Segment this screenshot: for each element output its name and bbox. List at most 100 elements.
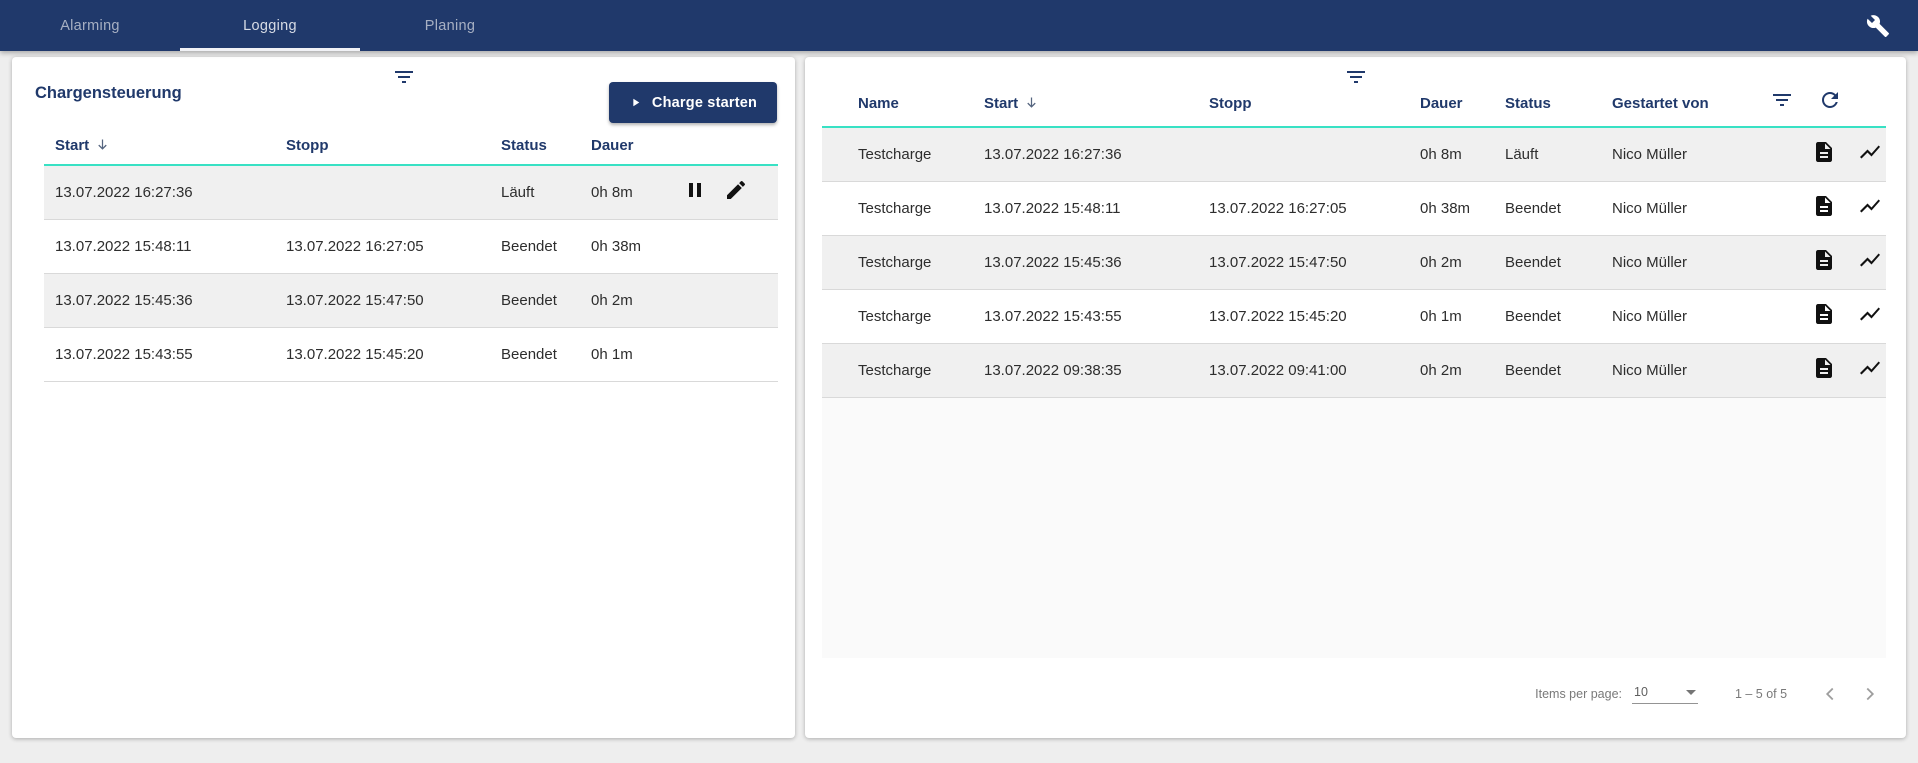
paginator-range-label: 1 – 5 of 5 [1726,687,1796,701]
row-actions [670,327,778,381]
column-header-dauer[interactable]: Dauer [1396,57,1481,127]
row-actions [1768,289,1886,343]
column-header-actions [670,127,778,165]
refresh-icon[interactable] [1818,88,1842,112]
dauer-cell: 0h 1m [1396,289,1481,343]
tab-planing[interactable]: Planing [360,0,540,51]
chart-icon[interactable] [1858,302,1882,326]
filter-icon[interactable] [392,65,416,89]
column-header-start[interactable]: Start [44,127,275,165]
gestartet-von-cell: Nico Müller [1588,127,1768,181]
table-empty-area [822,398,1886,658]
filter-icon[interactable] [1344,65,1368,89]
pagination-next-button[interactable] [1850,674,1890,714]
document-icon[interactable] [1812,248,1836,272]
table-row[interactable]: Testcharge13.07.2022 15:48:1113.07.2022 … [822,181,1886,235]
panel-title: Chargensteuerung [35,84,182,103]
gestartet-von-cell: Nico Müller [1588,181,1768,235]
status-cell: Beendet [1481,181,1588,235]
start-cell: 13.07.2022 15:43:55 [44,327,275,381]
start-cell: 13.07.2022 15:48:11 [960,181,1185,235]
tab-alarming[interactable]: Alarming [0,0,180,51]
wrench-icon[interactable] [1866,14,1890,38]
stopp-cell: 13.07.2022 16:27:05 [275,219,490,273]
start-cell: 13.07.2022 16:27:36 [44,165,275,219]
chart-icon[interactable] [1858,248,1882,272]
column-header-start[interactable]: Start [960,57,1185,127]
row-actions [1768,127,1886,181]
stopp-cell: 13.07.2022 15:45:20 [275,327,490,381]
stopp-cell [275,165,490,219]
name-cell: Testcharge [822,127,960,181]
play-icon [629,96,642,109]
status-cell: Beendet [1481,343,1588,397]
right-table-body: Testcharge13.07.2022 16:27:360h 8mLäuftN… [822,127,1886,397]
status-cell: Läuft [1481,127,1588,181]
charge-control-panel: Chargensteuerung Charge starten Start St… [12,57,795,738]
charge-start-label: Charge starten [652,95,757,111]
gestartet-von-cell: Nico Müller [1588,289,1768,343]
left-table-body: 13.07.2022 16:27:36Läuft0h 8m13.07.2022 … [44,165,778,381]
items-per-page-value: 10 [1634,685,1648,699]
table-row[interactable]: Testcharge13.07.2022 16:27:360h 8mLäuftN… [822,127,1886,181]
charge-log-table: Name Start Stopp Dauer Status Gestartet … [822,57,1886,398]
dauer-cell: 0h 2m [1396,235,1481,289]
document-icon[interactable] [1812,356,1836,380]
charge-control-header: Chargensteuerung Charge starten [12,57,795,127]
header-actions-cell [1768,57,1886,127]
filter-icon[interactable] [1770,88,1794,112]
content-area: Chargensteuerung Charge starten Start St… [0,51,1918,738]
column-header-gestartet-von[interactable]: Gestartet von [1588,57,1768,127]
charge-start-button[interactable]: Charge starten [609,82,777,123]
table-row[interactable]: Testcharge13.07.2022 15:45:3613.07.2022 … [822,235,1886,289]
column-header-label: Start [984,95,1018,112]
pause-icon[interactable] [683,178,707,202]
top-navbar: Alarming Logging Planing [0,0,1918,51]
column-header-status[interactable]: Status [1481,57,1588,127]
column-header-stopp[interactable]: Stopp [275,127,490,165]
dauer-cell: 0h 8m [580,165,670,219]
start-cell: 13.07.2022 16:27:36 [960,127,1185,181]
chart-icon[interactable] [1858,194,1882,218]
chevron-left-icon [1819,683,1841,705]
table-row[interactable]: 13.07.2022 15:48:1113.07.2022 16:27:05Be… [44,219,778,273]
start-cell: 13.07.2022 15:45:36 [44,273,275,327]
document-icon[interactable] [1812,302,1836,326]
dauer-cell: 0h 2m [580,273,670,327]
left-table-header-row: Start Stopp Status Dauer [44,127,778,165]
table-row[interactable]: 13.07.2022 15:43:5513.07.2022 15:45:20Be… [44,327,778,381]
stopp-cell: 13.07.2022 15:45:20 [1185,289,1396,343]
pagination-previous-button[interactable] [1810,674,1850,714]
dauer-cell: 0h 38m [580,219,670,273]
name-cell: Testcharge [822,289,960,343]
status-cell: Läuft [490,165,580,219]
column-header-name[interactable]: Name [822,57,960,127]
row-actions [670,273,778,327]
column-header-status[interactable]: Status [490,127,580,165]
document-icon[interactable] [1812,194,1836,218]
status-cell: Beendet [490,273,580,327]
chart-icon[interactable] [1858,356,1882,380]
stopp-cell: 13.07.2022 15:47:50 [1185,235,1396,289]
arrow-down-icon [95,137,110,152]
start-cell: 13.07.2022 09:38:35 [960,343,1185,397]
name-cell: Testcharge [822,235,960,289]
dropdown-arrow-icon [1686,690,1696,695]
name-cell: Testcharge [822,181,960,235]
dauer-cell: 0h 1m [580,327,670,381]
column-header-label: Start [55,137,89,154]
start-cell: 13.07.2022 15:45:36 [960,235,1185,289]
chart-icon[interactable] [1858,140,1882,164]
table-row[interactable]: 13.07.2022 15:45:3613.07.2022 15:47:50Be… [44,273,778,327]
status-cell: Beendet [1481,289,1588,343]
items-per-page-select[interactable]: 10 [1632,683,1698,704]
table-row[interactable]: 13.07.2022 16:27:36 Läuft0h 8m [44,165,778,219]
column-header-dauer[interactable]: Dauer [580,127,670,165]
document-icon[interactable] [1812,140,1836,164]
right-table-container: Name Start Stopp Dauer Status Gestartet … [822,57,1886,658]
tab-logging[interactable]: Logging [180,0,360,51]
edit-icon[interactable] [724,178,748,202]
table-row[interactable]: Testcharge13.07.2022 09:38:3513.07.2022 … [822,343,1886,397]
dauer-cell: 0h 2m [1396,343,1481,397]
table-row[interactable]: Testcharge13.07.2022 15:43:5513.07.2022 … [822,289,1886,343]
